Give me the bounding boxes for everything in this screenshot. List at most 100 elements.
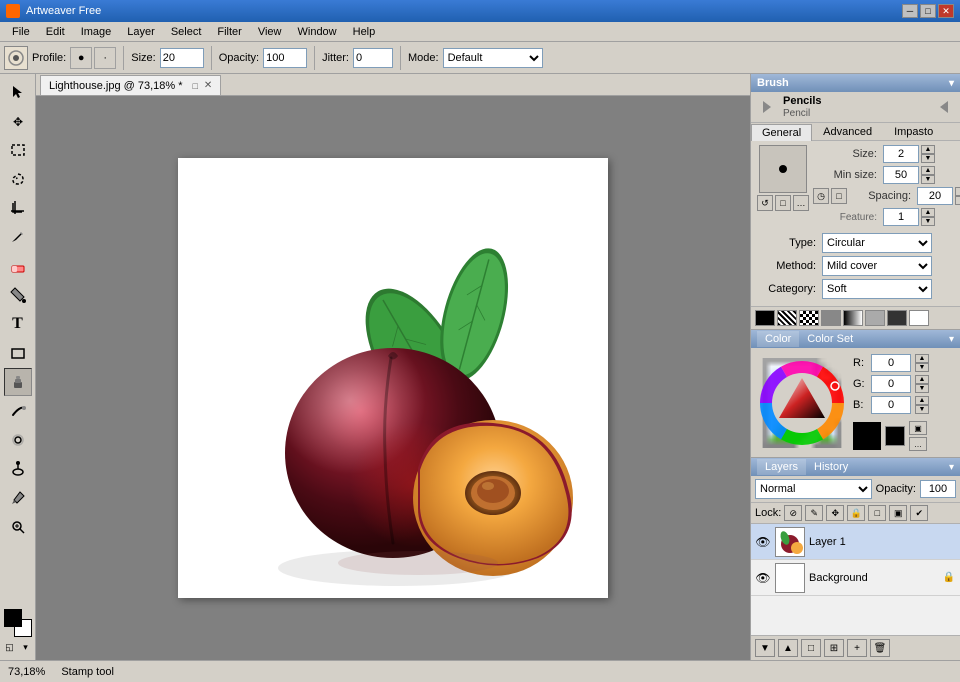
tab-close-btn[interactable]: ✕	[204, 80, 212, 91]
swatch-dots[interactable]	[777, 310, 797, 326]
feature-value-input[interactable]	[883, 208, 919, 226]
swatch-gradient[interactable]	[843, 310, 863, 326]
brush-next-btn[interactable]	[934, 97, 954, 117]
layer-move-up-btn[interactable]: ▲	[778, 639, 798, 657]
type-select[interactable]: Circular Flat	[822, 233, 932, 253]
tool-dodge[interactable]	[4, 455, 32, 483]
swatch-dark[interactable]	[887, 310, 907, 326]
spacing-down-btn[interactable]: ▼	[955, 196, 960, 205]
tool-preset-icon[interactable]	[4, 46, 28, 70]
swatch-white[interactable]	[909, 310, 929, 326]
lock-option7-btn[interactable]: ✔	[910, 505, 928, 521]
menu-edit[interactable]: Edit	[38, 24, 73, 40]
layer-add-btn[interactable]: +	[847, 639, 867, 657]
tool-select-rect[interactable]	[4, 136, 32, 164]
r-input[interactable]	[871, 354, 911, 372]
layers-tab[interactable]: Layers	[757, 459, 806, 475]
method-select[interactable]: Mild cover Hard cover	[822, 256, 932, 276]
tool-crop[interactable]	[4, 194, 32, 222]
g-up-btn[interactable]: ▲	[915, 375, 929, 384]
menu-file[interactable]: File	[4, 24, 38, 40]
secondary-color-swatch[interactable]	[885, 426, 905, 446]
size-up-btn[interactable]: ▲	[921, 145, 935, 154]
menu-layer[interactable]: Layer	[119, 24, 163, 40]
b-down-btn[interactable]: ▼	[915, 405, 929, 414]
size-down-btn[interactable]: ▼	[921, 154, 935, 163]
size-value-input[interactable]	[883, 145, 919, 163]
category-select[interactable]: Soft Hard	[822, 279, 932, 299]
layer-row-background[interactable]: 👁 Background 🔒	[751, 560, 960, 596]
fg-color-swatch[interactable]	[4, 609, 22, 627]
tool-blur[interactable]	[4, 426, 32, 454]
tool-eraser[interactable]	[4, 252, 32, 280]
opacity-input[interactable]	[263, 48, 307, 68]
close-button[interactable]: ✕	[938, 4, 954, 18]
layers-panel-toggle[interactable]: ▾	[949, 462, 954, 473]
layer-add-mask-btn[interactable]: □	[801, 639, 821, 657]
r-up-btn[interactable]: ▲	[915, 354, 929, 363]
spacing-up-btn[interactable]: ▲	[955, 187, 960, 196]
color-tab[interactable]: Color	[757, 331, 799, 347]
tool-option-2[interactable]: ▾	[19, 640, 33, 654]
layer-move-down-btn[interactable]: ▼	[755, 639, 775, 657]
brush-panel-toggle[interactable]: ▾	[949, 78, 954, 89]
tool-fill[interactable]	[4, 281, 32, 309]
layer-delete-btn[interactable]: 🗑	[870, 639, 890, 657]
jitter-input[interactable]	[353, 48, 393, 68]
feature-down-btn[interactable]: ▼	[921, 217, 935, 226]
tool-text[interactable]: T	[4, 310, 32, 338]
min-size-value-input[interactable]	[883, 166, 919, 184]
color-picker-btn[interactable]: ▣	[909, 421, 927, 435]
menu-view[interactable]: View	[250, 24, 290, 40]
menu-help[interactable]: Help	[345, 24, 384, 40]
layer-row-layer1[interactable]: 👁 Layer 1	[751, 524, 960, 560]
layer-opacity-input[interactable]	[920, 480, 956, 498]
brush-tab-advanced[interactable]: Advanced	[812, 123, 883, 140]
foreground-color-swatch[interactable]	[853, 422, 881, 450]
color-panel-toggle[interactable]: ▾	[949, 334, 954, 345]
blend-mode-select[interactable]: Normal Multiply Screen	[755, 479, 872, 499]
color-wheel[interactable]	[757, 358, 847, 448]
swatch-gray2[interactable]	[865, 310, 885, 326]
lock-option6-btn[interactable]: ▣	[889, 505, 907, 521]
brush-tab-general[interactable]: General	[751, 124, 812, 141]
canvas-viewport[interactable]	[36, 96, 750, 660]
background-visibility-toggle[interactable]: 👁	[755, 570, 771, 586]
canvas-tab-lighthouse[interactable]: Lighthouse.jpg @ 73,18% * □ ✕	[40, 75, 221, 95]
b-input[interactable]	[871, 396, 911, 414]
menu-select[interactable]: Select	[163, 24, 210, 40]
swatch-solid[interactable]	[755, 310, 775, 326]
tab-restore-btn[interactable]: □	[192, 81, 197, 91]
spacing-value-input[interactable]	[917, 187, 953, 205]
lock-paint-btn[interactable]: ✎	[805, 505, 823, 521]
size-input[interactable]	[160, 48, 204, 68]
tool-rect-shape[interactable]	[4, 339, 32, 367]
swatch-checks[interactable]	[799, 310, 819, 326]
minimize-button[interactable]: ─	[902, 4, 918, 18]
r-down-btn[interactable]: ▼	[915, 363, 929, 372]
menu-window[interactable]: Window	[290, 24, 345, 40]
brush-rotate-left-btn[interactable]: ↺	[757, 195, 773, 211]
brush-preview-more-btn[interactable]: …	[793, 195, 809, 211]
brush-prev-btn[interactable]	[757, 97, 777, 117]
lock-option5-btn[interactable]: □	[868, 505, 886, 521]
lock-all-btn[interactable]: 🔒	[847, 505, 865, 521]
maximize-button[interactable]: □	[920, 4, 936, 18]
color-more-btn[interactable]: …	[909, 437, 927, 451]
feature-up-btn[interactable]: ▲	[921, 208, 935, 217]
brush-tab-impasto[interactable]: Impasto	[883, 123, 944, 140]
b-up-btn[interactable]: ▲	[915, 396, 929, 405]
g-input[interactable]	[871, 375, 911, 393]
min-size-down-btn[interactable]: ▼	[921, 175, 935, 184]
brush-flip-btn[interactable]: □	[775, 195, 791, 211]
tool-pointer[interactable]	[4, 78, 32, 106]
profile-dot-btn[interactable]: ·	[94, 47, 116, 69]
history-tab[interactable]: History	[806, 459, 856, 475]
layer-group-btn[interactable]: ⊞	[824, 639, 844, 657]
g-down-btn[interactable]: ▼	[915, 384, 929, 393]
menu-image[interactable]: Image	[73, 24, 120, 40]
swatch-gray1[interactable]	[821, 310, 841, 326]
tool-paint[interactable]	[4, 223, 32, 251]
menu-filter[interactable]: Filter	[209, 24, 249, 40]
color-set-tab[interactable]: Color Set	[799, 331, 861, 347]
